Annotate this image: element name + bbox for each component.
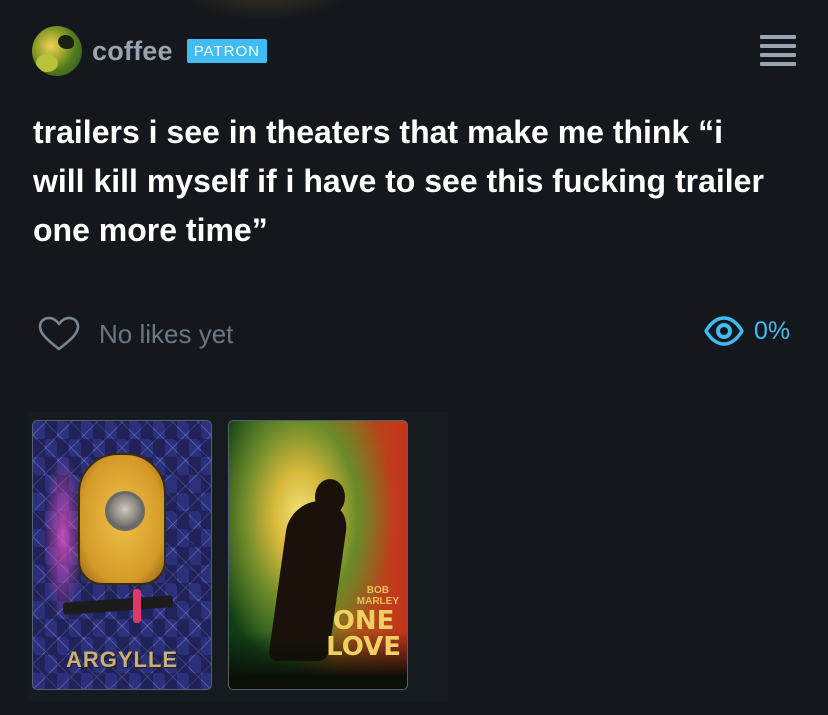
cat-window bbox=[105, 491, 145, 531]
likes-count-label: No likes yet bbox=[99, 318, 234, 349]
poster-subtitle: BOB MARLEY bbox=[357, 585, 399, 607]
views-stat[interactable]: 0% bbox=[704, 316, 790, 346]
lipstick-shape bbox=[133, 589, 141, 623]
poster-bob-marley-one-love[interactable]: BOB MARLEY ONE LOVE bbox=[228, 420, 408, 690]
views-percent-label: 0% bbox=[754, 316, 791, 345]
avatar-shade bbox=[36, 54, 58, 72]
poster-subtitle-line-1: BOB bbox=[366, 585, 389, 596]
poster-title-line-1: ONE bbox=[332, 606, 395, 636]
avatar[interactable] bbox=[32, 26, 82, 76]
poster-argylle[interactable]: ARGYLLE bbox=[32, 420, 212, 690]
poster-title-one-love: ONE LOVE bbox=[326, 608, 401, 660]
pink-smoke bbox=[43, 451, 83, 621]
patron-badge: PATRON bbox=[186, 39, 268, 63]
heart-outline-icon[interactable] bbox=[38, 316, 80, 352]
post-body-text: trailers i see in theaters that make me … bbox=[33, 114, 764, 248]
hamburger-menu-icon[interactable] bbox=[760, 33, 796, 69]
menu-bar-bottom bbox=[760, 62, 796, 66]
like-action[interactable]: No likes yet bbox=[38, 316, 233, 352]
cat-backpack bbox=[78, 453, 166, 585]
background-glow bbox=[180, 0, 350, 20]
menu-bar-2 bbox=[760, 44, 796, 48]
menu-bar-3 bbox=[760, 53, 796, 57]
poster-title-argylle: ARGYLLE bbox=[65, 647, 179, 672]
username-link[interactable]: coffee bbox=[92, 36, 173, 67]
menu-bar-top bbox=[760, 35, 796, 39]
avatar-beak bbox=[58, 35, 74, 49]
post-header: coffee PATRON bbox=[32, 26, 268, 76]
eye-icon bbox=[704, 316, 744, 346]
poster-title-line-2: LOVE bbox=[326, 632, 401, 662]
